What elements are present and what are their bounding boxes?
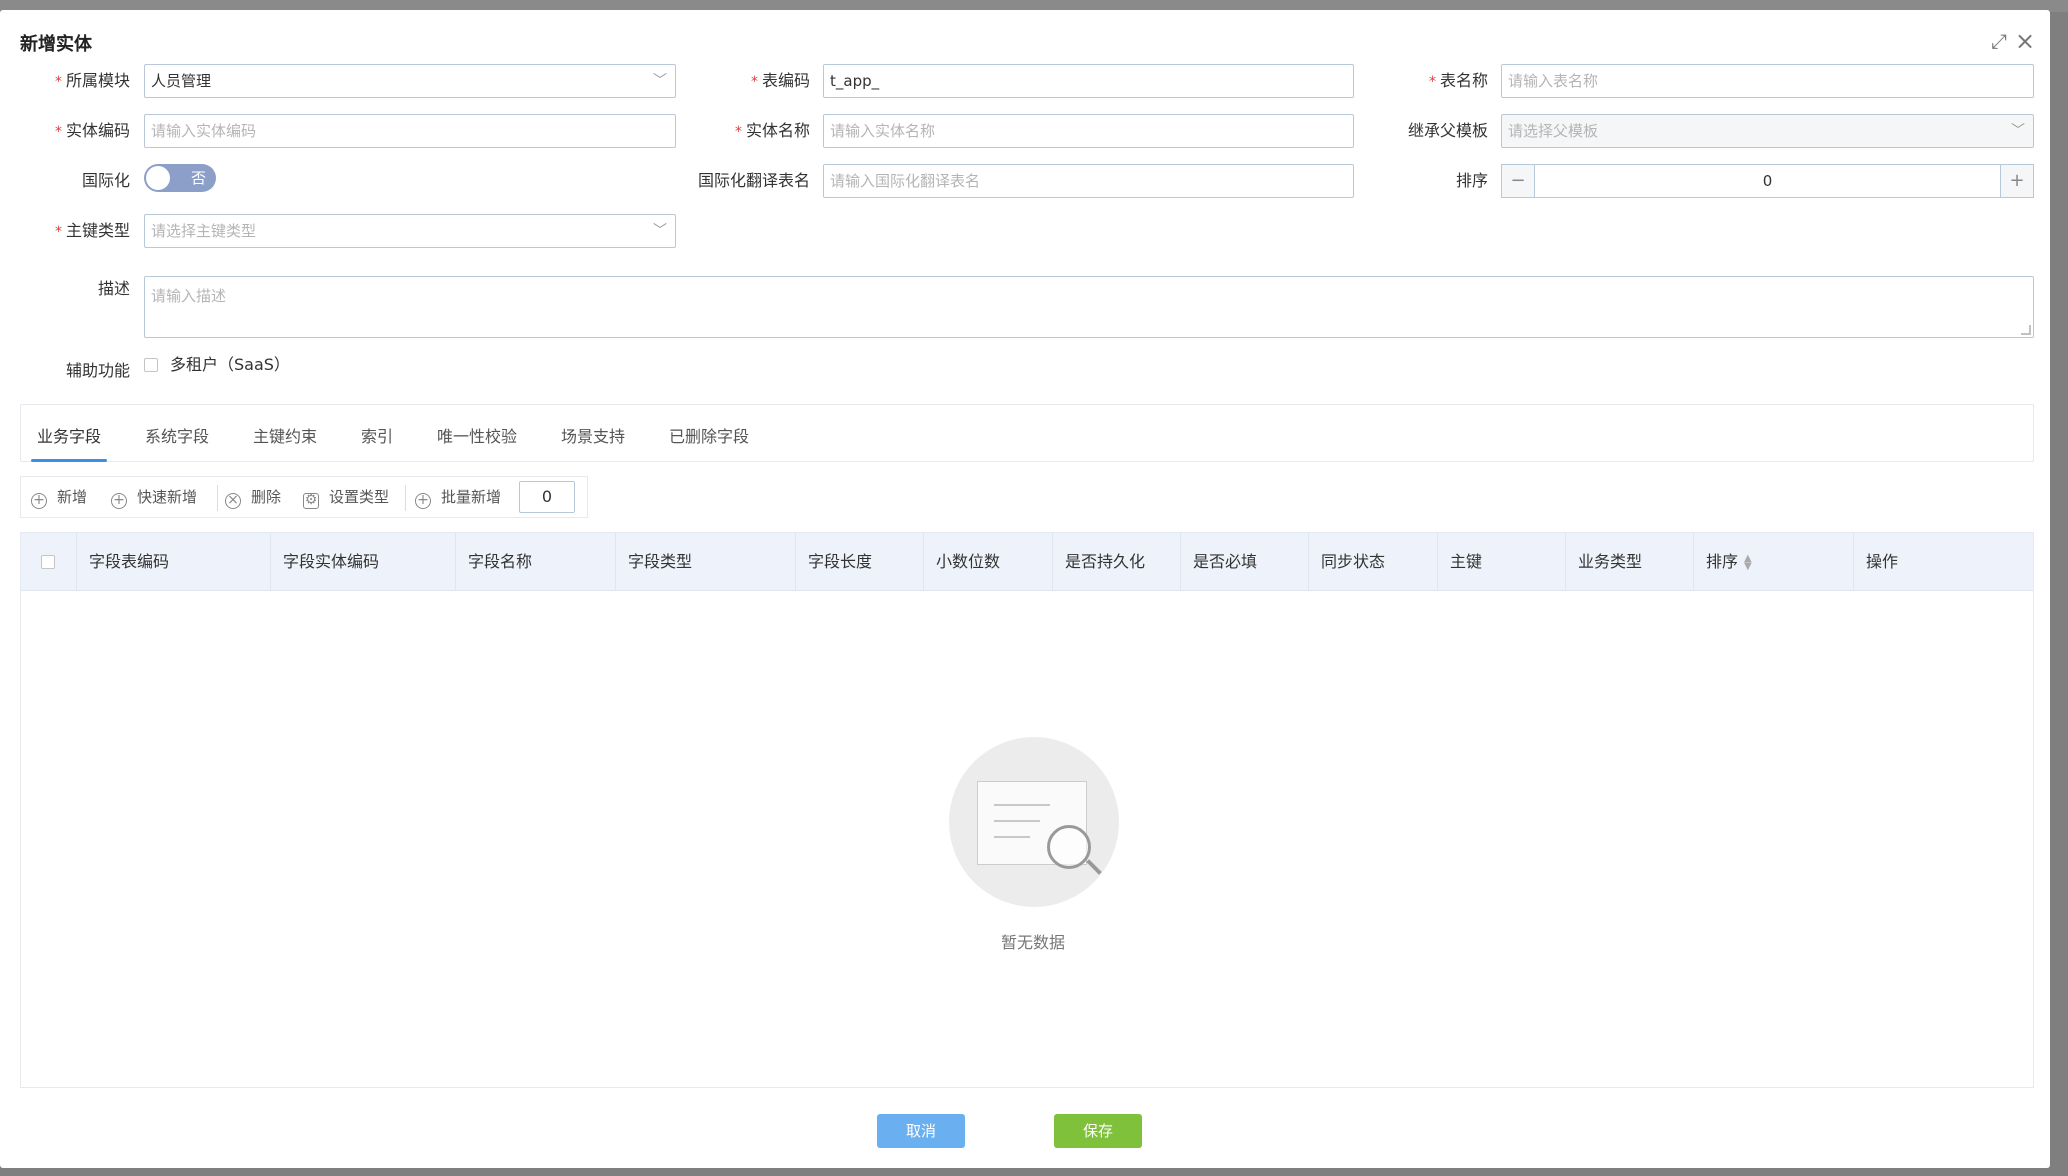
i18n-table-input[interactable]: 请输入国际化翻译表名 — [823, 164, 1354, 198]
doc-line — [994, 804, 1050, 806]
table-code-input[interactable]: t_app_ — [823, 64, 1354, 98]
magnifier-handle — [1086, 859, 1102, 875]
toolbar-divider — [405, 485, 406, 511]
sort-input[interactable]: 0 — [1535, 164, 2000, 198]
form-row-4: * 主键类型 请选择主键类型 ﹀ — [0, 214, 2050, 248]
column-header[interactable]: 业务类型 — [1566, 533, 1694, 591]
tab-scene-support[interactable]: 场景支持 — [561, 423, 625, 447]
entity-name-input[interactable]: 请输入实体名称 — [823, 114, 1354, 148]
add-button[interactable]: + 新增 — [31, 477, 87, 517]
doc-line — [994, 820, 1040, 822]
column-header[interactable]: 字段长度 — [796, 533, 924, 591]
column-header[interactable]: 是否持久化 — [1053, 533, 1181, 591]
batch-count-input[interactable]: 0 — [519, 481, 575, 513]
parent-template-label: 继承父模板 — [1407, 121, 1488, 140]
column-header[interactable]: 字段名称 — [456, 533, 616, 591]
batch-add-button[interactable]: + 批量新增 — [415, 477, 501, 517]
form-row-3: 国际化 否 国际化翻译表名 请输入国际化翻译表名 排序 − 0 + — [0, 164, 2050, 198]
entity-code-input[interactable]: 请输入实体编码 — [144, 114, 676, 148]
close-icon[interactable]: × — [2012, 28, 2038, 54]
column-header[interactable]: 是否必填 — [1181, 533, 1309, 591]
quick-add-button[interactable]: + 快速新增 — [111, 477, 197, 517]
plus-circle-icon: + — [31, 493, 47, 509]
sort-decrement-button[interactable]: − — [1501, 164, 1535, 198]
doc-line — [994, 836, 1030, 838]
sort-increment-button[interactable]: + — [2000, 164, 2034, 198]
i18n-toggle[interactable]: 否 — [144, 164, 216, 192]
tab-pk-constraint[interactable]: 主键约束 — [253, 423, 317, 447]
aux-label: 辅助功能 — [65, 361, 130, 380]
table-name-input[interactable]: 请输入表名称 — [1501, 64, 2034, 98]
chevron-down-icon: ﹀ — [653, 223, 667, 239]
resize-handle-icon[interactable] — [2021, 325, 2031, 335]
tab-index[interactable]: 索引 — [361, 423, 393, 447]
form-row-2: * 实体编码 请输入实体编码 * 实体名称 请输入实体名称 继承父模板 请选择父模板… — [0, 114, 2050, 148]
table-name-label: * 表名称 — [1428, 71, 1488, 90]
description-textarea[interactable]: 请输入描述 — [144, 276, 2034, 338]
select-all-cell — [21, 533, 77, 591]
save-button[interactable]: 保存 — [1054, 1114, 1142, 1148]
gear-icon: ⚙ — [303, 492, 319, 509]
form-row-1: * 所属模块 人员管理 ﹀ * 表编码 t_app_ * 表名称 请输入表名称 — [0, 64, 2050, 98]
tab-deleted-fields[interactable]: 已删除字段 — [669, 423, 749, 447]
empty-illustration-icon — [949, 737, 1119, 907]
active-tab-indicator — [31, 459, 107, 462]
plus-circle-icon: + — [111, 493, 127, 509]
entity-code-label: * 实体编码 — [54, 121, 130, 140]
column-header: 操作 — [1866, 552, 1899, 571]
field-table: 字段表编码 字段实体编码 字段名称 字段类型 字段长度 小数位数 是否持久化 是… — [20, 532, 2034, 1088]
tab-unique-check[interactable]: 唯一性校验 — [437, 423, 517, 447]
i18n-table-label: 国际化翻译表名 — [697, 171, 810, 190]
column-header[interactable]: 主键 — [1438, 533, 1566, 591]
toolbar-divider — [217, 485, 218, 511]
chevron-down-icon: ﹀ — [653, 73, 667, 89]
pk-type-label: * 主键类型 — [54, 221, 130, 240]
column-header[interactable]: 字段表编码 — [77, 533, 271, 591]
column-header[interactable]: 字段类型 — [616, 533, 796, 591]
tab-business-fields[interactable]: 业务字段 — [37, 423, 101, 447]
table-code-label: * 表编码 — [750, 71, 810, 90]
magnifier-icon — [1047, 825, 1091, 869]
description-label: 描述 — [97, 279, 130, 298]
multi-tenant-checkbox[interactable] — [144, 358, 158, 372]
table-header: 字段表编码 字段实体编码 字段名称 字段类型 字段长度 小数位数 是否持久化 是… — [21, 533, 2033, 591]
field-toolbar: + 新增 + 快速新增 × 删除 ⚙ 设置类型 + 批量新增 0 — [20, 476, 588, 518]
dialog-title: 新增实体 — [20, 34, 92, 55]
toggle-knob — [146, 166, 170, 190]
column-header[interactable]: 小数位数 — [924, 533, 1053, 591]
set-type-button[interactable]: ⚙ 设置类型 — [303, 477, 389, 517]
empty-text: 暂无数据 — [1000, 933, 1065, 952]
add-entity-dialog: 新增实体 ⤢ × * 所属模块 人员管理 ﹀ * 表编码 t_app_ * 表名称 请… — [0, 10, 2050, 1168]
entity-name-label: * 实体名称 — [734, 121, 810, 140]
field-tabs: 业务字段 系统字段 主键约束 索引 唯一性校验 场景支持 已删除字段 — [20, 404, 2034, 462]
cancel-button[interactable]: 取消 — [877, 1114, 965, 1148]
delete-button[interactable]: × 删除 — [225, 477, 281, 517]
chevron-down-icon: ﹀ — [2011, 123, 2025, 139]
x-circle-icon: × — [225, 493, 241, 509]
plus-circle-icon: + — [415, 493, 431, 509]
sort-arrows-icon[interactable]: ▲ ▼ — [1744, 553, 1752, 571]
parent-template-select[interactable]: 请选择父模板 ﹀ — [1501, 114, 2034, 148]
sort-column-header[interactable]: 排序 ▲ ▼ — [1694, 533, 1854, 591]
column-header[interactable]: 字段实体编码 — [271, 533, 456, 591]
sort-label: 排序 — [1455, 171, 1488, 190]
module-label: * 所属模块 — [54, 71, 130, 90]
tab-system-fields[interactable]: 系统字段 — [145, 423, 209, 447]
multi-tenant-label[interactable]: 多租户（SaaS） — [170, 348, 290, 382]
expand-icon[interactable]: ⤢ — [1986, 28, 2012, 54]
column-header[interactable]: 同步状态 — [1309, 533, 1438, 591]
module-select[interactable]: 人员管理 ﹀ — [144, 64, 676, 98]
select-all-checkbox[interactable] — [41, 555, 55, 569]
pk-type-select[interactable]: 请选择主键类型 ﹀ — [144, 214, 676, 248]
i18n-label: 国际化 — [81, 171, 130, 190]
